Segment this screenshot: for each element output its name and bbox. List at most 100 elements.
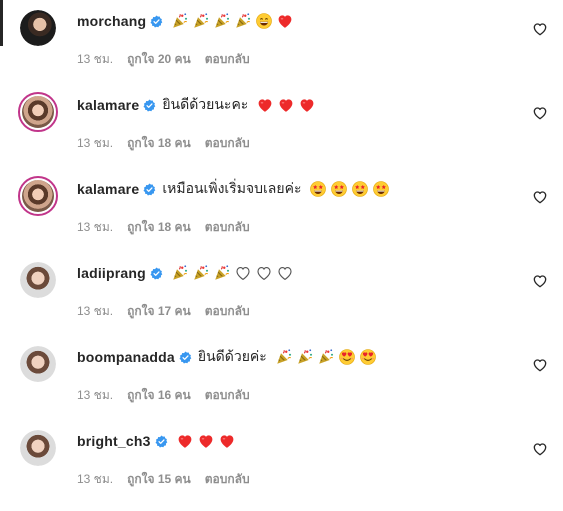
red-heart-icon: [256, 96, 274, 114]
comment-item: morchang 13 ชม. ถูกใจ 20 คน ตอบกลับ: [0, 7, 563, 91]
avatar-image: [20, 10, 56, 46]
grin-face-icon: [255, 12, 273, 30]
comment-emojis: [275, 348, 380, 366]
likes-count[interactable]: ถูกใจ 17 คน: [127, 302, 191, 321]
likes-count[interactable]: ถูกใจ 15 คน: [127, 470, 191, 489]
comment-line: kalamare ยินดีด้วยนะคะ: [77, 95, 319, 115]
timestamp[interactable]: 13 ชม.: [77, 386, 113, 405]
like-heart-icon[interactable]: [532, 105, 548, 121]
star-eyes-face-icon: [372, 180, 390, 198]
reply-button[interactable]: ตอบกลับ: [205, 134, 250, 153]
verified-badge-icon: [155, 435, 168, 448]
like-heart-icon[interactable]: [532, 441, 548, 457]
comment-line: boompanadda ยินดีด้วยค่ะ: [77, 347, 380, 367]
timestamp[interactable]: 13 ชม.: [77, 218, 113, 237]
likes-count[interactable]: ถูกใจ 18 คน: [127, 134, 191, 153]
avatar-image: [20, 430, 56, 466]
party-popper-icon: [275, 348, 293, 366]
comment-line: kalamare เหมือนเพิ่งเริ่มจบเลยค่ะ: [77, 179, 393, 199]
like-heart-icon[interactable]: [532, 357, 548, 373]
avatar[interactable]: [20, 346, 56, 382]
comment-meta: 13 ชม. ถูกใจ 18 คน ตอบกลับ: [77, 135, 264, 151]
red-heart-icon: [176, 432, 194, 450]
red-heart-icon: [197, 432, 215, 450]
like-heart-icon[interactable]: [532, 21, 548, 37]
comment-line: bright_ch3: [77, 431, 239, 451]
comment-text: ยินดีด้วยนะคะ: [162, 96, 249, 112]
reply-button[interactable]: ตอบกลับ: [205, 302, 250, 321]
comment-line: ladiiprang: [77, 263, 297, 283]
party-popper-icon: [296, 348, 314, 366]
timestamp[interactable]: 13 ชม.: [77, 134, 113, 153]
likes-count[interactable]: ถูกใจ 20 คน: [127, 50, 191, 69]
red-heart-icon: [218, 432, 236, 450]
party-popper-icon: [317, 348, 335, 366]
red-heart-icon: [277, 96, 295, 114]
likes-count[interactable]: ถูกใจ 16 คน: [127, 386, 191, 405]
avatar[interactable]: [20, 10, 56, 46]
comment-item: boompanadda ยินดีด้วยค่ะ 13 ชม. ถูกใจ 16 คน…: [0, 343, 563, 427]
username-link[interactable]: kalamare: [77, 181, 139, 197]
username-link[interactable]: boompanadda: [77, 349, 175, 365]
comment-emojis: [171, 264, 297, 282]
star-eyes-face-icon: [330, 180, 348, 198]
verified-badge-icon: [179, 351, 192, 364]
comment-meta: 13 ชม. ถูกใจ 15 คน ตอบกลับ: [77, 471, 264, 487]
username-link[interactable]: kalamare: [77, 97, 139, 113]
comment-emojis: [171, 12, 297, 30]
comment-meta: 13 ชม. ถูกใจ 18 คน ตอบกลับ: [77, 219, 264, 235]
party-popper-icon: [213, 264, 231, 282]
white-heart-icon: [234, 264, 252, 282]
verified-badge-icon: [150, 15, 163, 28]
reply-button[interactable]: ตอบกลับ: [205, 386, 250, 405]
avatar-image: [20, 262, 56, 298]
comment-list: morchang 13 ชม. ถูกใจ 20 คน ตอบกลับ kalamare…: [0, 0, 563, 493]
avatar[interactable]: [18, 176, 58, 216]
heart-eyes-face-icon: [338, 348, 356, 366]
username-link[interactable]: bright_ch3: [77, 433, 151, 449]
star-eyes-face-icon: [309, 180, 327, 198]
red-heart-icon: [276, 12, 294, 30]
reply-button[interactable]: ตอบกลับ: [205, 218, 250, 237]
comment-item: kalamare เหมือนเพิ่งเริ่มจบเลยค่ะ 13 ชม. ถู…: [0, 175, 563, 259]
comment-emojis: [256, 96, 319, 114]
verified-badge-icon: [143, 183, 156, 196]
comment-emojis: [309, 180, 393, 198]
reply-button[interactable]: ตอบกลับ: [205, 50, 250, 69]
avatar[interactable]: [20, 430, 56, 466]
like-heart-icon[interactable]: [532, 189, 548, 205]
party-popper-icon: [171, 12, 189, 30]
party-popper-icon: [192, 264, 210, 282]
comment-meta: 13 ชม. ถูกใจ 17 คน ตอบกลับ: [77, 303, 264, 319]
avatar-image: [22, 180, 54, 212]
username-link[interactable]: morchang: [77, 13, 146, 29]
white-heart-icon: [276, 264, 294, 282]
party-popper-icon: [213, 12, 231, 30]
party-popper-icon: [192, 12, 210, 30]
avatar[interactable]: [20, 262, 56, 298]
heart-eyes-face-icon: [359, 348, 377, 366]
comment-meta: 13 ชม. ถูกใจ 16 คน ตอบกลับ: [77, 387, 264, 403]
comment-text: ยินดีด้วยค่ะ: [197, 348, 267, 364]
username-link[interactable]: ladiiprang: [77, 265, 146, 281]
reply-button[interactable]: ตอบกลับ: [205, 470, 250, 489]
likes-count[interactable]: ถูกใจ 18 คน: [127, 218, 191, 237]
avatar-image: [22, 96, 54, 128]
white-heart-icon: [255, 264, 273, 282]
comment-item: ladiiprang 13 ชม. ถูกใจ 17 คน ตอบกลับ: [0, 259, 563, 343]
timestamp[interactable]: 13 ชม.: [77, 302, 113, 321]
comment-item: kalamare ยินดีด้วยนะคะ 13 ชม. ถูกใจ 18 คน ตอ…: [0, 91, 563, 175]
avatar[interactable]: [18, 92, 58, 132]
like-heart-icon[interactable]: [532, 273, 548, 289]
verified-badge-icon: [143, 99, 156, 112]
avatar-image: [20, 346, 56, 382]
star-eyes-face-icon: [351, 180, 369, 198]
comment-item: bright_ch3 13 ชม. ถูกใจ 15 คน ตอบกลับ: [0, 427, 563, 511]
comment-meta: 13 ชม. ถูกใจ 20 คน ตอบกลับ: [77, 51, 264, 67]
party-popper-icon: [171, 264, 189, 282]
timestamp[interactable]: 13 ชม.: [77, 470, 113, 489]
timestamp[interactable]: 13 ชม.: [77, 50, 113, 69]
comment-line: morchang: [77, 11, 297, 31]
verified-badge-icon: [150, 267, 163, 280]
comment-text: เหมือนเพิ่งเริ่มจบเลยค่ะ: [162, 180, 302, 196]
